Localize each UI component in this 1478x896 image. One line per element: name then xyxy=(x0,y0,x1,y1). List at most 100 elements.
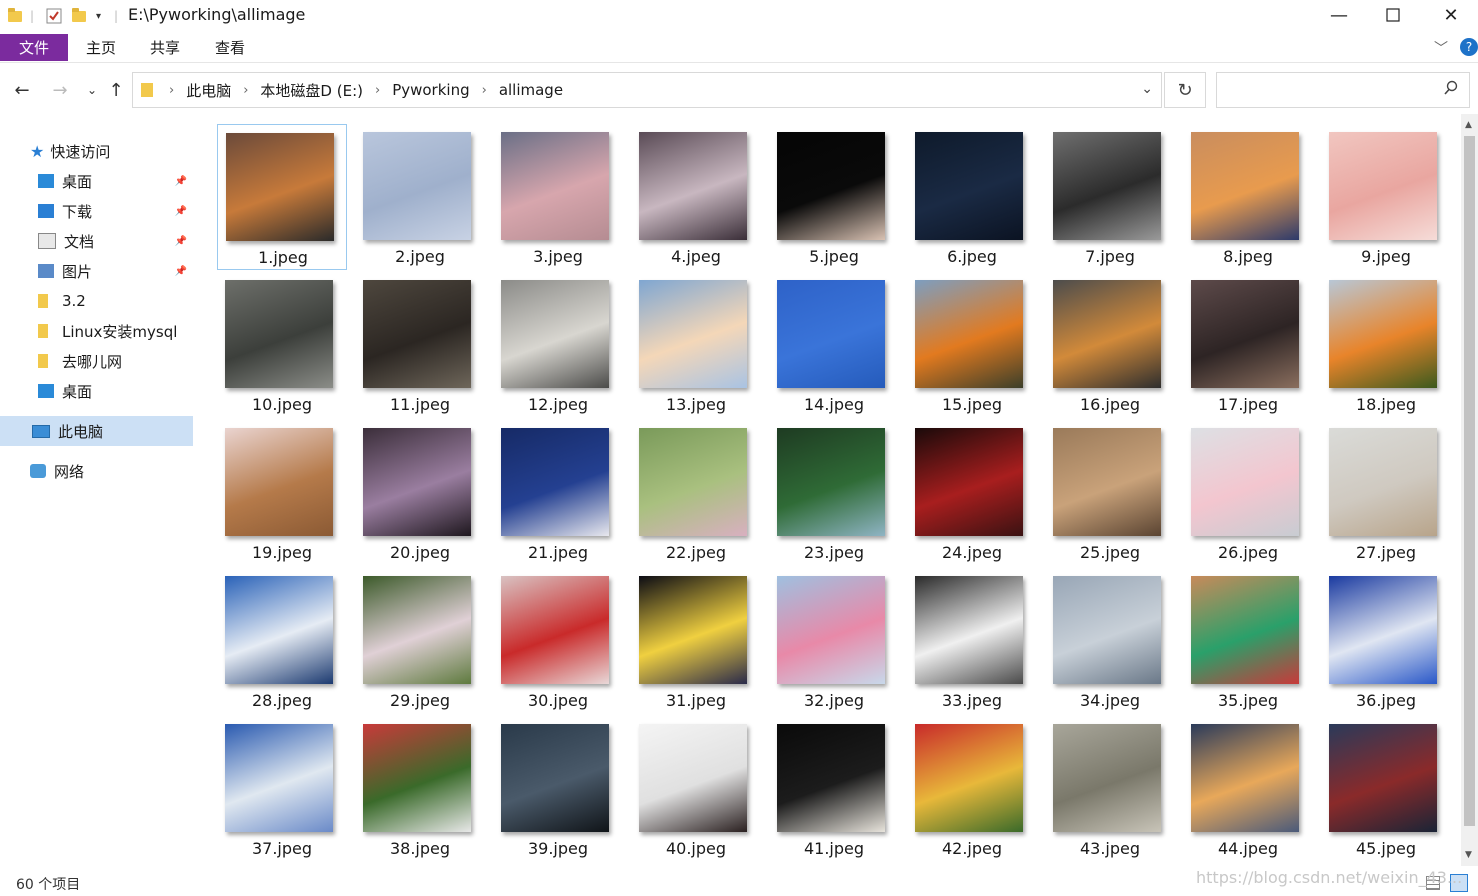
file-name[interactable]: 40.jpeg xyxy=(631,839,761,858)
file-item[interactable]: 39.jpeg xyxy=(493,716,623,862)
file-item[interactable]: 9.jpeg xyxy=(1321,124,1451,270)
file-item[interactable]: 2.jpeg xyxy=(355,124,485,270)
image-thumbnail[interactable] xyxy=(1191,280,1299,388)
file-name[interactable]: 4.jpeg xyxy=(631,247,761,266)
file-name[interactable]: 14.jpeg xyxy=(769,395,899,414)
image-thumbnail[interactable] xyxy=(1053,428,1161,536)
tab-file[interactable]: 文件 xyxy=(0,34,68,61)
file-item[interactable]: 40.jpeg xyxy=(631,716,761,862)
image-thumbnail[interactable] xyxy=(777,724,885,832)
image-thumbnail[interactable] xyxy=(363,576,471,684)
file-item[interactable]: 44.jpeg xyxy=(1183,716,1313,862)
file-item[interactable]: 18.jpeg xyxy=(1321,272,1451,418)
maximize-button[interactable] xyxy=(1370,0,1416,30)
pin-icon[interactable]: 📌 xyxy=(175,206,187,217)
file-item[interactable]: 31.jpeg xyxy=(631,568,761,714)
image-thumbnail[interactable] xyxy=(639,576,747,684)
file-name[interactable]: 21.jpeg xyxy=(493,543,623,562)
file-item[interactable]: 29.jpeg xyxy=(355,568,485,714)
image-thumbnail[interactable] xyxy=(225,428,333,536)
pin-icon[interactable]: 📌 xyxy=(175,236,187,247)
file-name[interactable]: 24.jpeg xyxy=(907,543,1037,562)
breadcrumb-this-pc[interactable]: 此电脑 xyxy=(186,80,231,101)
file-item[interactable]: 23.jpeg xyxy=(769,420,899,566)
breadcrumb-pyworking[interactable]: Pyworking xyxy=(392,81,469,99)
close-button[interactable]: ✕ xyxy=(1428,0,1474,30)
image-thumbnail[interactable] xyxy=(501,280,609,388)
file-item[interactable]: 11.jpeg xyxy=(355,272,485,418)
chevron-right-icon[interactable]: › xyxy=(375,83,380,98)
file-item[interactable]: 19.jpeg xyxy=(217,420,347,566)
image-thumbnail[interactable] xyxy=(639,724,747,832)
file-name[interactable]: 42.jpeg xyxy=(907,839,1037,858)
image-thumbnail[interactable] xyxy=(363,724,471,832)
file-item[interactable]: 32.jpeg xyxy=(769,568,899,714)
image-thumbnail[interactable] xyxy=(501,724,609,832)
file-name[interactable]: 10.jpeg xyxy=(217,395,347,414)
file-item[interactable]: 35.jpeg xyxy=(1183,568,1313,714)
file-name[interactable]: 2.jpeg xyxy=(355,247,485,266)
expand-ribbon-icon[interactable]: ﹀ xyxy=(1434,34,1448,61)
chevron-right-icon[interactable]: › xyxy=(482,83,487,98)
image-thumbnail[interactable] xyxy=(225,724,333,832)
image-thumbnail[interactable] xyxy=(363,132,471,240)
file-name[interactable]: 30.jpeg xyxy=(493,691,623,710)
file-item[interactable]: 4.jpeg xyxy=(631,124,761,270)
sidebar-item-4[interactable]: 3.2 xyxy=(0,286,193,316)
image-thumbnail[interactable] xyxy=(363,280,471,388)
scroll-up-arrow-icon[interactable]: ▲ xyxy=(1465,120,1472,130)
image-thumbnail[interactable] xyxy=(1329,280,1437,388)
file-item[interactable]: 45.jpeg xyxy=(1321,716,1451,862)
back-button[interactable]: ← xyxy=(10,78,34,102)
image-thumbnail[interactable] xyxy=(1053,576,1161,684)
up-button[interactable]: ↑ xyxy=(104,78,128,102)
image-thumbnail[interactable] xyxy=(915,724,1023,832)
search-icon[interactable] xyxy=(1443,80,1459,100)
image-thumbnail[interactable] xyxy=(1191,132,1299,240)
image-thumbnail[interactable] xyxy=(777,576,885,684)
image-thumbnail[interactable] xyxy=(363,428,471,536)
file-name[interactable]: 23.jpeg xyxy=(769,543,899,562)
file-name[interactable]: 7.jpeg xyxy=(1045,247,1175,266)
file-item[interactable]: 14.jpeg xyxy=(769,272,899,418)
file-item[interactable]: 41.jpeg xyxy=(769,716,899,862)
image-thumbnail[interactable] xyxy=(777,428,885,536)
file-item[interactable]: 7.jpeg xyxy=(1045,124,1175,270)
image-thumbnail[interactable] xyxy=(1053,724,1161,832)
image-thumbnail[interactable] xyxy=(1329,576,1437,684)
file-item[interactable]: 8.jpeg xyxy=(1183,124,1313,270)
image-thumbnail[interactable] xyxy=(501,428,609,536)
image-thumbnail[interactable] xyxy=(777,280,885,388)
file-name[interactable]: 28.jpeg xyxy=(217,691,347,710)
tab-share[interactable]: 共享 xyxy=(150,34,180,61)
file-item[interactable]: 42.jpeg xyxy=(907,716,1037,862)
file-name[interactable]: 38.jpeg xyxy=(355,839,485,858)
image-thumbnail[interactable] xyxy=(1191,576,1299,684)
sidebar-item-3[interactable]: 图片 📌 xyxy=(0,256,193,286)
file-name[interactable]: 20.jpeg xyxy=(355,543,485,562)
image-thumbnail[interactable] xyxy=(915,132,1023,240)
file-name[interactable]: 45.jpeg xyxy=(1321,839,1451,858)
file-name[interactable]: 3.jpeg xyxy=(493,247,623,266)
image-thumbnail[interactable] xyxy=(225,576,333,684)
file-item[interactable]: 6.jpeg xyxy=(907,124,1037,270)
image-thumbnail[interactable] xyxy=(1329,428,1437,536)
file-name[interactable]: 5.jpeg xyxy=(769,247,899,266)
file-name[interactable]: 8.jpeg xyxy=(1183,247,1313,266)
file-item[interactable]: 27.jpeg xyxy=(1321,420,1451,566)
tab-view[interactable]: 查看 xyxy=(215,34,245,61)
file-name[interactable]: 37.jpeg xyxy=(217,839,347,858)
file-item[interactable]: 33.jpeg xyxy=(907,568,1037,714)
file-item[interactable]: 20.jpeg xyxy=(355,420,485,566)
file-item[interactable]: 13.jpeg xyxy=(631,272,761,418)
file-item[interactable]: 25.jpeg xyxy=(1045,420,1175,566)
file-name[interactable]: 34.jpeg xyxy=(1045,691,1175,710)
file-item[interactable]: 38.jpeg xyxy=(355,716,485,862)
image-thumbnail[interactable] xyxy=(225,280,333,388)
forward-button[interactable]: → xyxy=(48,78,72,102)
recent-locations-button[interactable]: ⌄ xyxy=(80,78,104,102)
file-item[interactable]: 12.jpeg xyxy=(493,272,623,418)
chevron-right-icon[interactable]: › xyxy=(243,83,248,98)
file-name[interactable]: 22.jpeg xyxy=(631,543,761,562)
chevron-right-icon[interactable]: › xyxy=(169,83,174,98)
